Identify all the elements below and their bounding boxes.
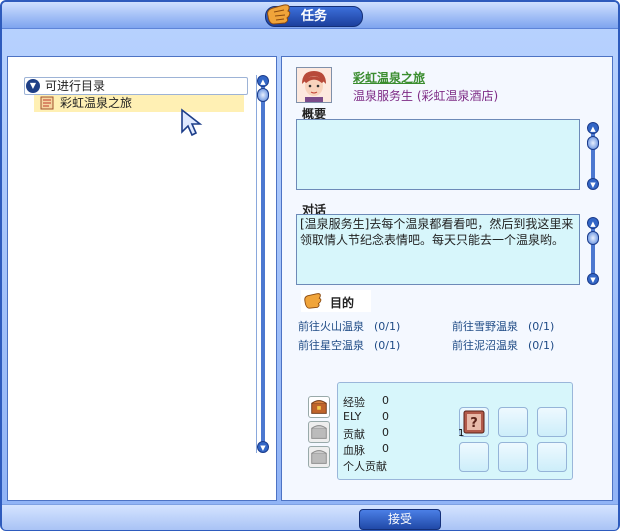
dialog-text: [温泉服务生]去每个温泉都看看吧，然后到我这里来领取情人节纪念表情吧。每天只能去… <box>300 217 574 247</box>
scroll-up-button[interactable]: ▲ <box>587 217 599 229</box>
reward-label: 贡献 <box>343 428 365 441</box>
npc-avatar <box>296 67 332 103</box>
reward-slot[interactable] <box>537 442 567 472</box>
mouse-pointer-icon <box>181 108 203 137</box>
dialog-scrollbar[interactable]: ▲ ▼ <box>587 217 599 285</box>
quest-scroll-icon <box>40 96 54 110</box>
reward-value: 0 <box>382 426 389 439</box>
footer-bar: 接受 <box>2 504 618 530</box>
scroll-down-button[interactable]: ▼ <box>587 273 599 285</box>
scroll-up-button[interactable]: ▲ <box>587 122 599 134</box>
scroll-up-button[interactable]: ▲ <box>257 75 269 87</box>
reward-label: ELY <box>343 410 362 423</box>
quest-list-item[interactable]: 彩虹温泉之旅 <box>34 95 244 112</box>
goal-name: 前往星空温泉 <box>298 339 364 352</box>
tree-root-available[interactable]: ▼ 可进行目录 <box>24 77 248 95</box>
reward-chest-disabled-icon <box>308 421 330 443</box>
summary-box <box>296 119 580 190</box>
reward-label: 血脉 <box>343 444 365 457</box>
goal-hand-icon <box>304 293 322 309</box>
reward-slot[interactable] <box>537 407 567 437</box>
scroll-thumb[interactable] <box>257 88 269 102</box>
goal-item: 前往星空温泉 (0/1) <box>298 337 400 353</box>
reward-label: 个人贡献 <box>343 460 387 473</box>
goal-name: 前往雪野温泉 <box>452 320 518 333</box>
goal-item: 前往雪野温泉 (0/1) <box>452 318 554 334</box>
summary-text <box>297 120 579 122</box>
reward-slot[interactable]: ? 1 <box>458 407 489 439</box>
reward-slot[interactable] <box>498 407 528 437</box>
quest-title: 彩虹温泉之旅 <box>353 71 426 85</box>
reward-slot[interactable] <box>459 442 489 472</box>
reward-area: 经验 0 ELY 0 贡献 0 血脉 0 个人贡献 ? 1 <box>337 382 573 480</box>
svg-text:?: ? <box>470 416 478 431</box>
summary-scrollbar[interactable]: ▲ ▼ <box>587 122 599 190</box>
reward-slot[interactable] <box>498 442 528 472</box>
reward-chest-disabled-icon <box>308 446 330 468</box>
quest-hand-icon <box>267 4 291 25</box>
scroll-thumb[interactable] <box>587 231 599 245</box>
goal-count: (0/1) <box>528 320 555 333</box>
scroll-down-button[interactable]: ▼ <box>587 178 599 190</box>
slot-count: 1 <box>458 428 465 439</box>
goal-name: 前往泥沼温泉 <box>452 339 518 352</box>
reward-label: 经验 <box>343 396 365 409</box>
quest-list-scrollbar[interactable]: ▲ ▼ <box>256 75 269 453</box>
quest-detail-panel: 彩虹温泉之旅 温泉服务生 (彩虹温泉酒店) 概要 ▲ ▼ 对话 [温泉服务生]去… <box>281 56 613 501</box>
npc-name: 温泉服务生 (彩虹温泉酒店) <box>353 89 499 103</box>
goal-count: (0/1) <box>374 320 401 333</box>
goal-name: 前往火山温泉 <box>298 320 364 333</box>
title-bar[interactable]: 任务 <box>2 2 618 29</box>
goal-item: 前往泥沼温泉 (0/1) <box>452 337 554 353</box>
goal-label: 目的 <box>330 296 355 310</box>
scroll-thumb[interactable] <box>587 136 599 150</box>
quest-list-item-label: 彩虹温泉之旅 <box>60 96 133 110</box>
goal-item: 前往火山温泉 (0/1) <box>298 318 400 334</box>
goal-header: 目的 <box>301 290 371 312</box>
quest-list-panel: ▼ 可进行目录 彩虹温泉之旅 ▲ ▼ <box>7 56 277 501</box>
tree-root-label: 可进行目录 <box>45 79 106 93</box>
scroll-track <box>261 85 265 443</box>
reward-value: 0 <box>382 442 389 455</box>
scroll-down-button[interactable]: ▼ <box>257 441 269 453</box>
reward-value: 0 <box>382 410 389 423</box>
goal-count: (0/1) <box>528 339 555 352</box>
quest-window: 任务 ▼ 可进行目录 彩虹温泉之旅 ▲ ▼ 彩虹温泉之旅 温泉服务生 (彩虹温泉… <box>0 0 620 531</box>
goal-count: (0/1) <box>374 339 401 352</box>
dialog-box: [温泉服务生]去每个温泉都看看吧，然后到我这里来领取情人节纪念表情吧。每天只能去… <box>296 214 580 285</box>
reward-chest-icon[interactable] <box>308 396 330 418</box>
reward-value: 0 <box>382 394 389 407</box>
collapse-icon[interactable]: ▼ <box>26 79 40 93</box>
accept-button[interactable]: 接受 <box>359 509 441 530</box>
